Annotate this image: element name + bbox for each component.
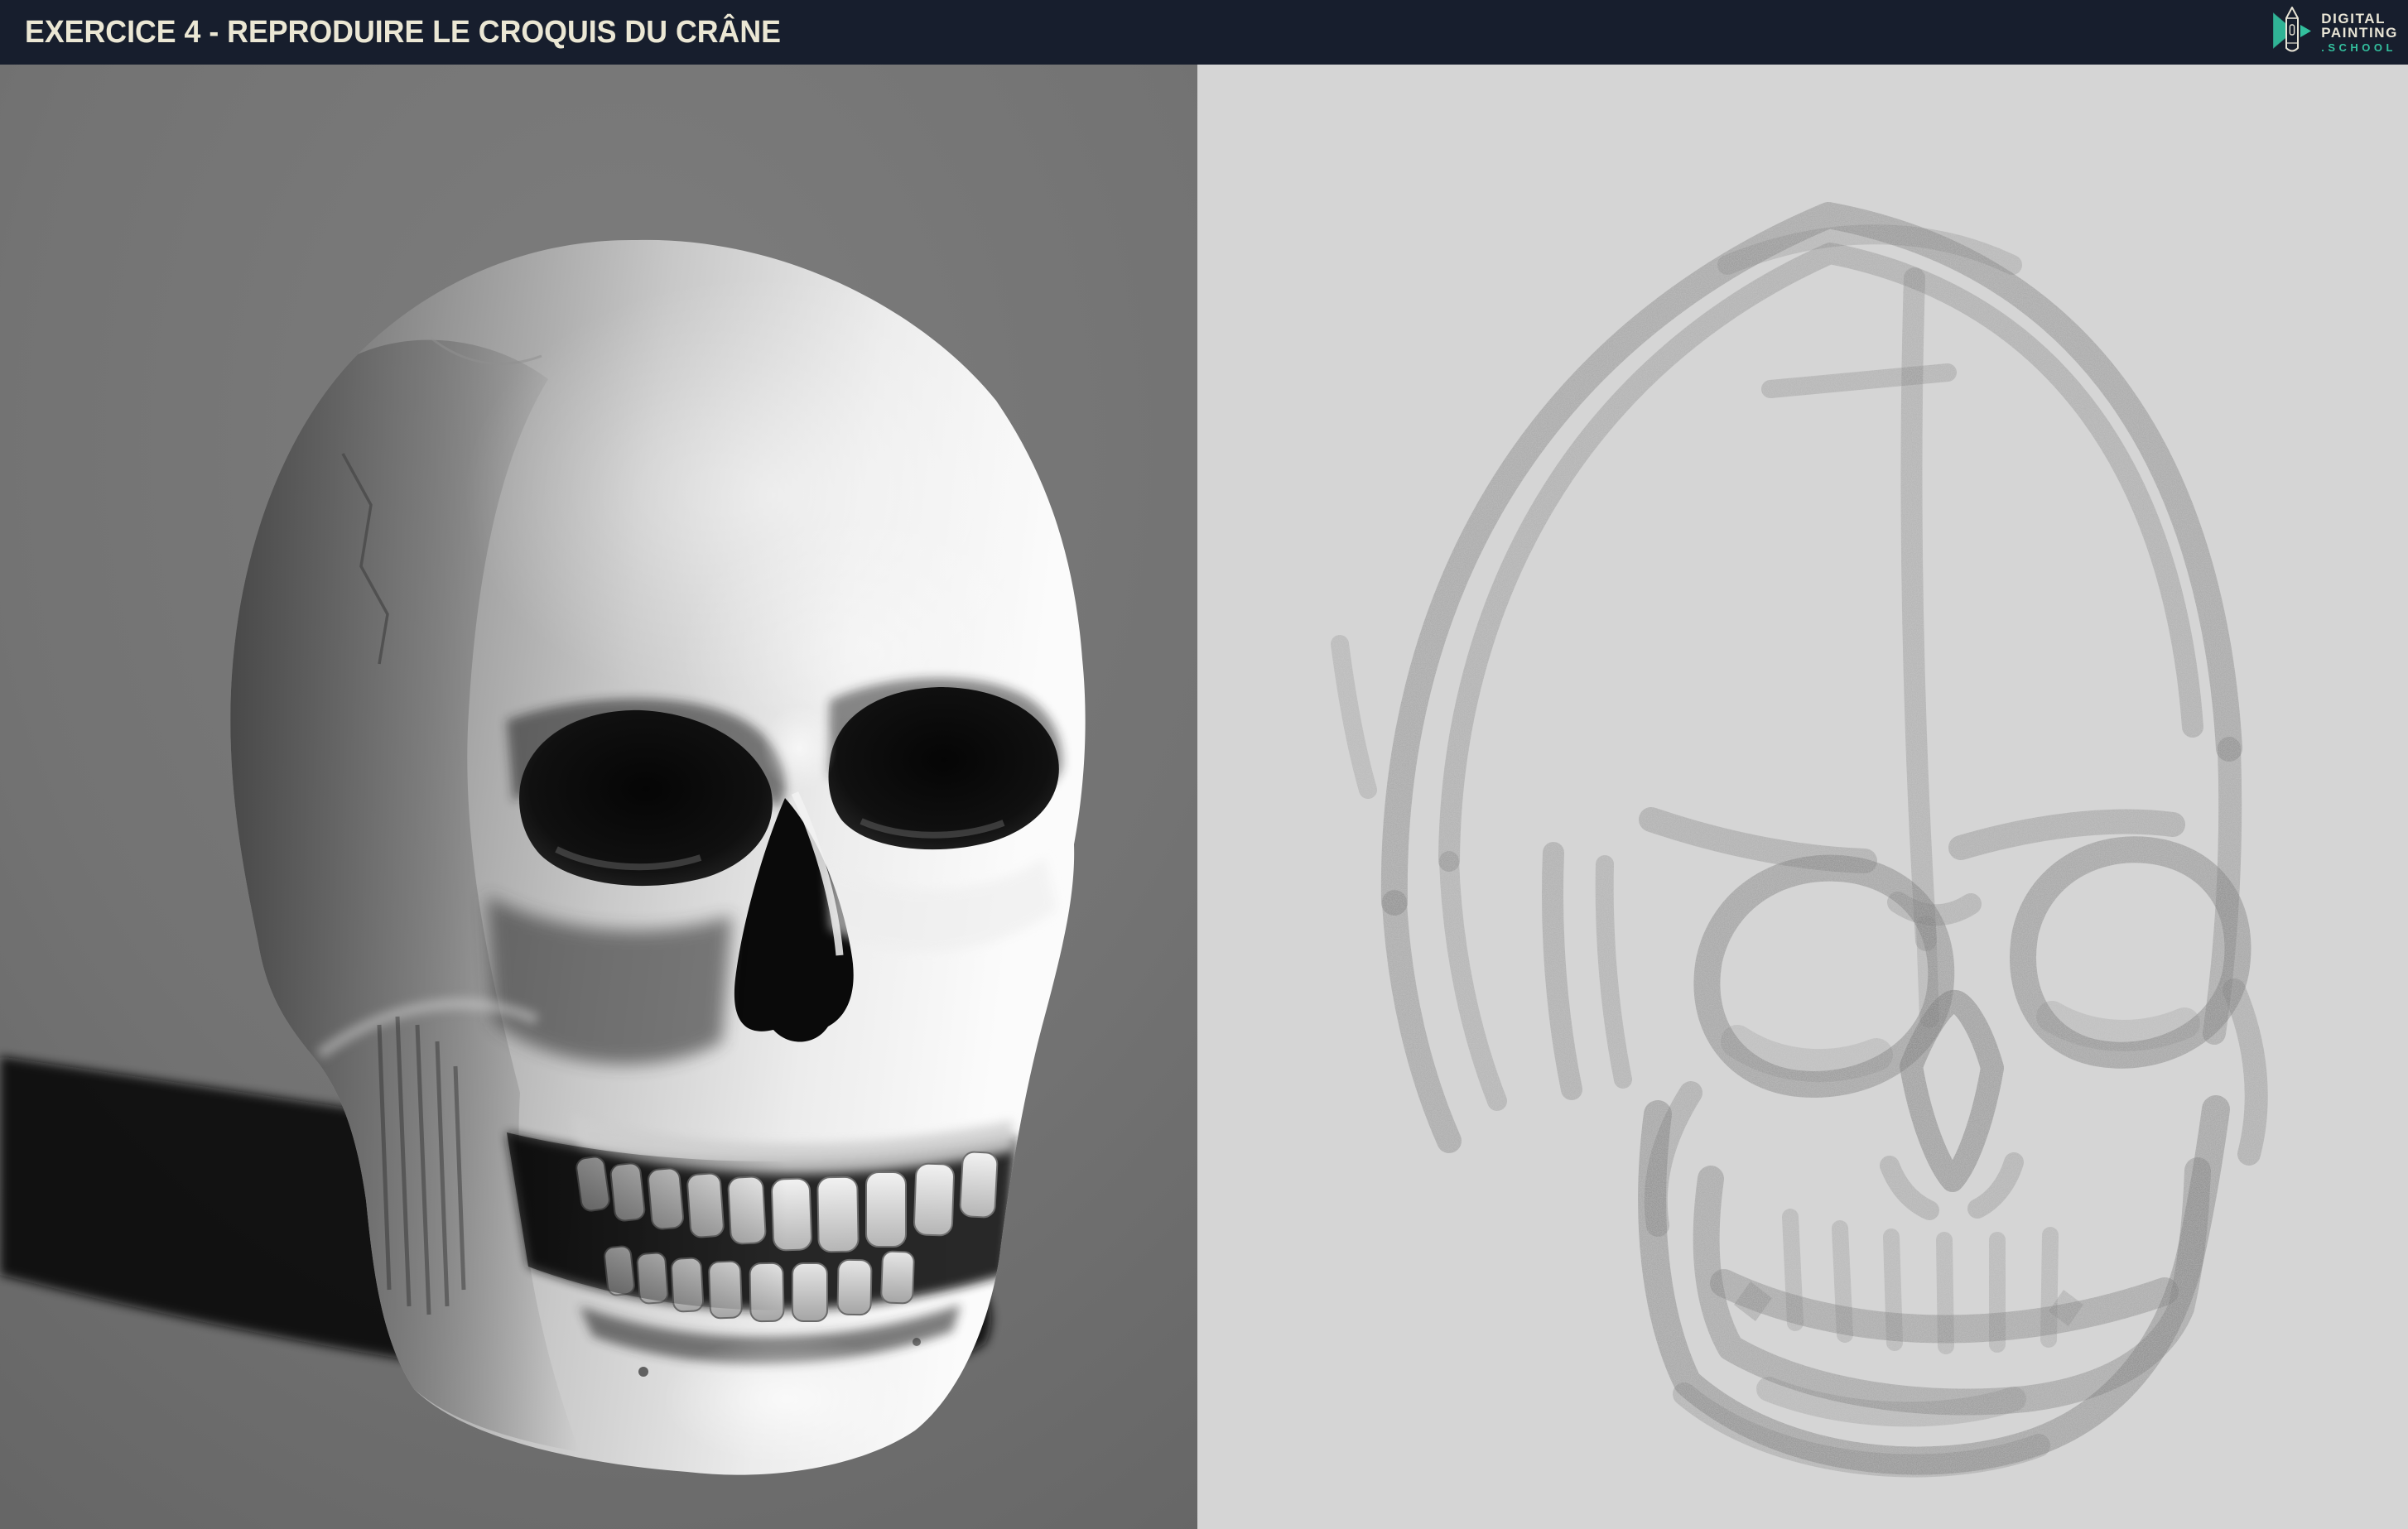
digital-painting-school-logo: DIGITAL PAINTING .SCHOOL bbox=[2271, 0, 2398, 65]
reference-render-panel bbox=[0, 65, 1197, 1529]
skull-3d-render-image bbox=[0, 65, 1197, 1529]
logo-line-painting: PAINTING bbox=[2321, 24, 2398, 41]
content-split bbox=[0, 65, 2408, 1529]
header-bar: EXERCICE 4 - REPRODUIRE LE CROQUIS DU CR… bbox=[0, 0, 2408, 65]
logo-line-school: .SCHOOL bbox=[2321, 41, 2396, 55]
exercise-slide: EXERCICE 4 - REPRODUIRE LE CROQUIS DU CR… bbox=[0, 0, 2408, 1529]
logo-line-digital: DIGITAL bbox=[2321, 10, 2386, 26]
logo-wordmark: DIGITAL PAINTING .SCHOOL bbox=[2321, 10, 2398, 55]
sketch-panel bbox=[1197, 65, 2408, 1529]
skull-sketch-image bbox=[1197, 65, 2408, 1529]
exercise-title: EXERCICE 4 - REPRODUIRE LE CROQUIS DU CR… bbox=[25, 14, 781, 50]
pencil-play-icon bbox=[2271, 5, 2314, 60]
